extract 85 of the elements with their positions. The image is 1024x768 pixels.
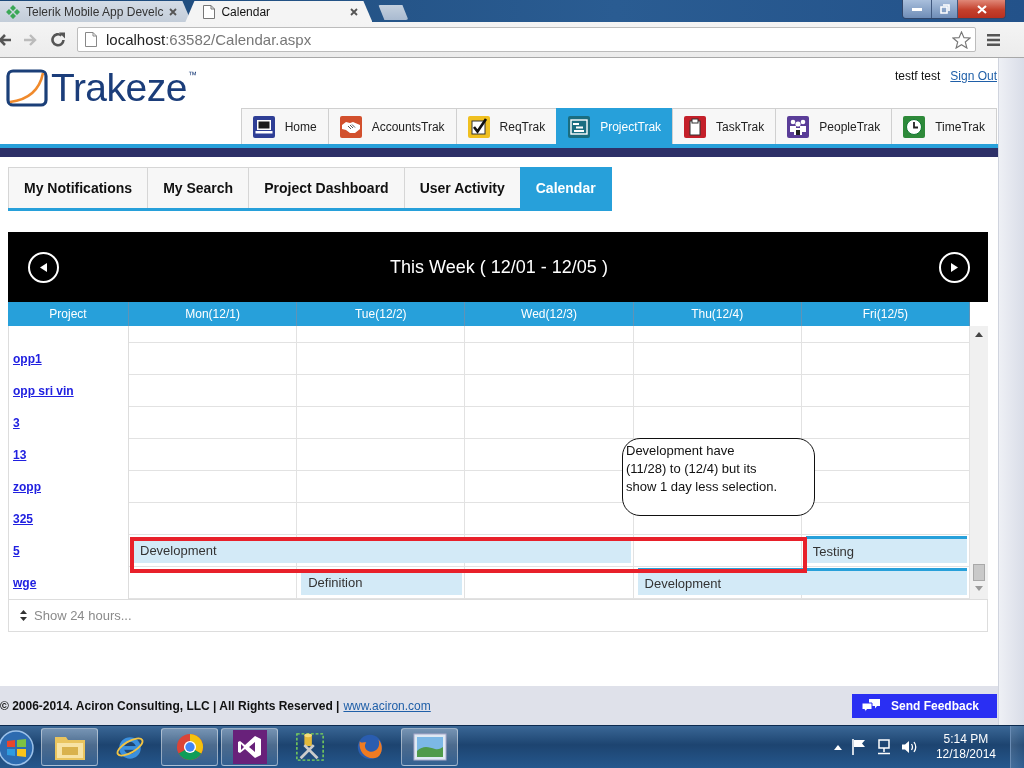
address-field[interactable]: localhost:63582/Calendar.aspx	[77, 27, 976, 52]
close-button[interactable]	[958, 0, 1005, 18]
left-triangle-icon	[40, 262, 47, 272]
section-tab[interactable]: Project Dashboard	[248, 167, 405, 208]
column-header: Tue(12/2)	[297, 302, 466, 326]
nav-tab[interactable]: TimeTrak	[891, 108, 997, 144]
scroll-up-icon[interactable]	[975, 332, 983, 337]
flag-icon[interactable]	[851, 739, 866, 755]
checkbox-icon	[467, 115, 490, 138]
column-header: Mon(12/1)	[129, 302, 298, 326]
section-tab[interactable]: My Notifications	[8, 167, 149, 208]
restore-icon	[939, 4, 950, 14]
section-tab[interactable]: User Activity	[403, 167, 521, 208]
star-icon[interactable]	[952, 30, 971, 49]
previous-week-button[interactable]	[28, 251, 59, 283]
nav-tab[interactable]: TaskTrak	[672, 108, 777, 144]
project-link[interactable]: opp sri vin	[13, 384, 74, 398]
event-bar[interactable]: Testing	[805, 536, 967, 563]
close-icon[interactable]	[169, 7, 178, 16]
minimize-icon	[912, 7, 922, 11]
project-link[interactable]: opp1	[13, 352, 42, 366]
clock-icon	[903, 115, 926, 138]
nav-tab[interactable]: Home	[240, 108, 329, 144]
send-feedback-button[interactable]: Send Feedback	[852, 693, 997, 718]
event-bar[interactable]: Development	[637, 568, 967, 595]
logo-mark-icon	[6, 69, 48, 107]
chat-bubbles-icon	[862, 699, 880, 712]
gantt-chart-icon	[568, 115, 591, 138]
project-link[interactable]: 5	[13, 544, 20, 558]
clock-date[interactable]: 12/18/2014	[935, 747, 996, 762]
segmented-circle-icon	[175, 733, 204, 761]
right-triangle-icon	[951, 262, 958, 272]
laptop-icon	[252, 115, 275, 138]
nav-tab[interactable]: PeopleTrak	[775, 108, 893, 144]
user-name: testf test	[894, 69, 941, 83]
close-icon[interactable]	[350, 7, 359, 16]
page-icon	[203, 4, 216, 19]
project-link[interactable]: 13	[13, 448, 27, 462]
column-header: Thu(12/4)	[633, 302, 802, 326]
project-link[interactable]: 325	[13, 512, 34, 526]
scrollbar[interactable]	[970, 326, 988, 599]
browser-tab[interactable]: Calendar	[185, 1, 373, 22]
website-link[interactable]: www.aciron.com	[343, 698, 431, 713]
database-tools-icon	[294, 732, 325, 762]
handshake-icon	[339, 115, 362, 138]
scrollbar-thumb[interactable]	[973, 564, 985, 581]
callout-note: Development have (11/28) to (12/4) but its show 1 day less selection.	[622, 438, 815, 516]
taskbar-button[interactable]	[401, 728, 458, 766]
show-hours-link[interactable]: Show 24 hours...	[34, 608, 132, 623]
menu-icon[interactable]	[987, 33, 1000, 46]
close-icon	[976, 4, 987, 14]
reload-icon[interactable]	[51, 32, 66, 47]
column-header: Wed(12/3)	[465, 302, 634, 326]
sign-out-link[interactable]: Sign Out	[950, 69, 997, 83]
project-link[interactable]: wge	[13, 576, 37, 590]
week-title: This Week ( 12/01 - 12/05 )	[390, 256, 608, 278]
project-link[interactable]: zopp	[13, 480, 41, 494]
speaker-icon[interactable]	[901, 740, 918, 754]
project-link[interactable]: 3	[13, 416, 20, 430]
logo-text: Trakeze$^{™}$	[51, 68, 197, 108]
landscape-picture-icon	[412, 733, 447, 761]
network-icon[interactable]	[875, 739, 892, 755]
minimize-button[interactable]	[903, 0, 932, 18]
infinity-loop-icon	[232, 730, 267, 764]
column-header: Project	[8, 302, 129, 326]
clipboard-icon	[684, 115, 707, 138]
restore-button[interactable]	[932, 0, 958, 18]
taskbar-button[interactable]	[161, 728, 218, 766]
page-icon	[85, 32, 97, 47]
next-week-button[interactable]	[939, 251, 970, 283]
nav-tab[interactable]: AccountsTrak	[327, 108, 457, 144]
page-scrollbar[interactable]	[998, 58, 1024, 725]
taskbar-button[interactable]	[41, 728, 98, 766]
copyright-text: © 2006-2014. Aciron Consulting, LLC | All Rights Reserved |	[0, 698, 340, 713]
nav-tab[interactable]: ReqTrak	[455, 108, 558, 144]
people-icon	[787, 115, 810, 138]
diamond-cluster-icon	[6, 4, 20, 19]
taskbar-button[interactable]	[221, 728, 278, 766]
up-down-arrows-icon	[20, 610, 27, 621]
column-header: Fri(12/5)	[801, 302, 970, 326]
section-tab[interactable]: My Search	[147, 167, 250, 208]
back-arrow-icon[interactable]	[0, 32, 12, 47]
up-caret-icon[interactable]	[833, 744, 842, 750]
new-tab-button[interactable]	[378, 5, 409, 20]
clock-time[interactable]: 5:14 PM	[943, 732, 989, 747]
